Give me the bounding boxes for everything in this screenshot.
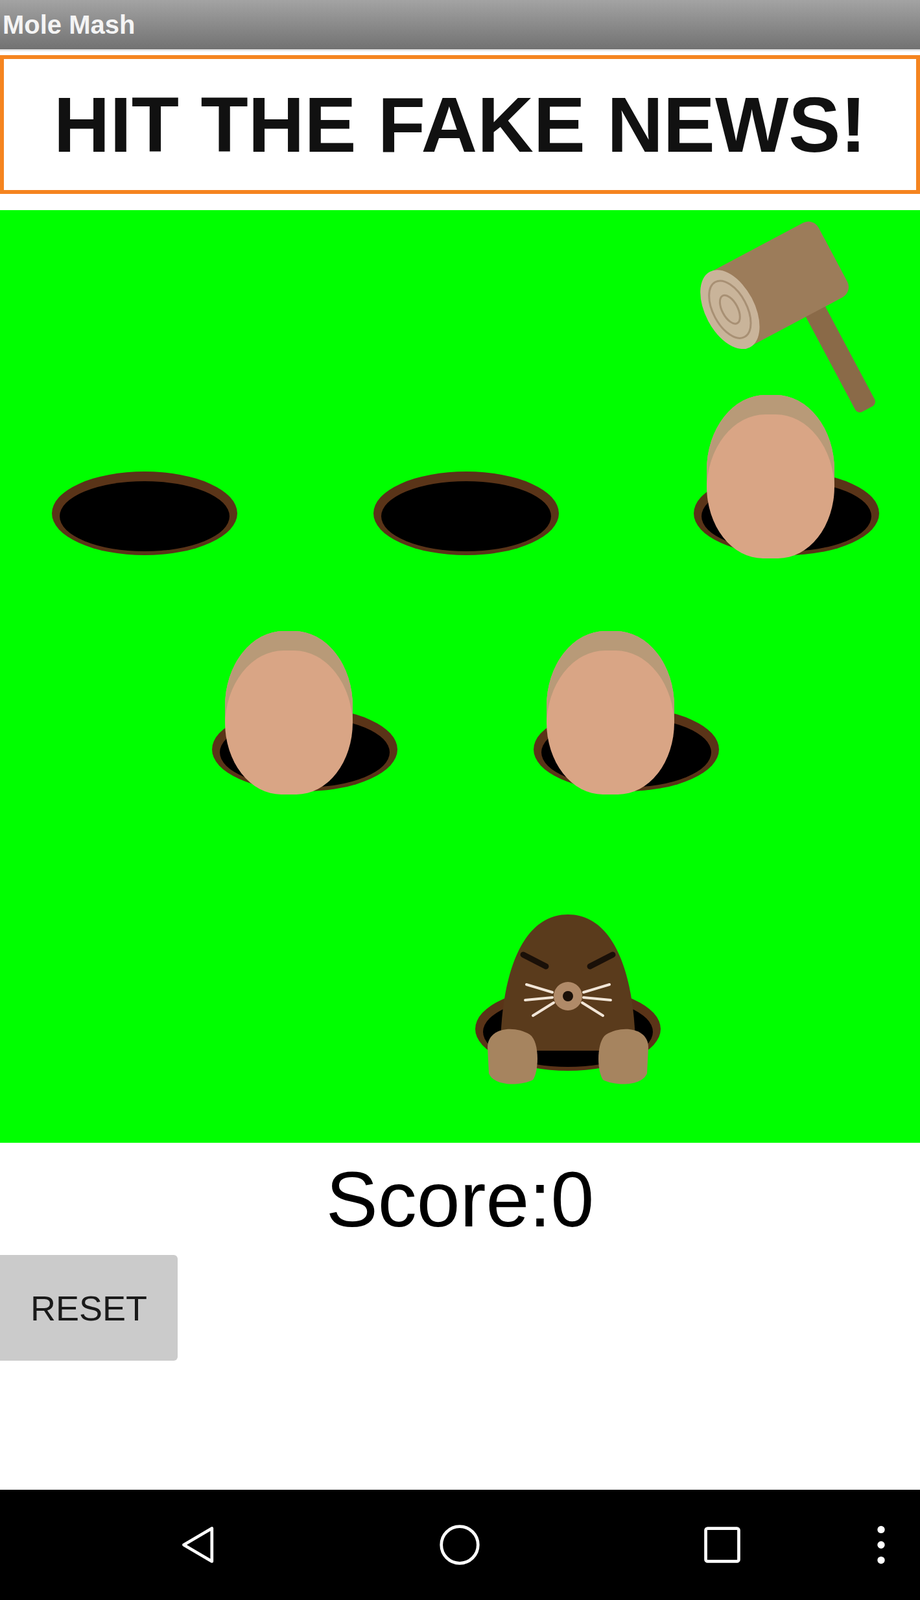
target-photo[interactable] (546, 630, 675, 795)
hole[interactable] (373, 471, 559, 555)
hole[interactable] (475, 986, 661, 1071)
reset-button[interactable]: RESET (0, 1254, 178, 1361)
game-field[interactable] (0, 210, 920, 1143)
mallet-icon[interactable] (698, 212, 898, 432)
target-photo[interactable] (706, 394, 835, 559)
hole[interactable] (212, 707, 398, 791)
score-label: Score:0 (326, 1154, 595, 1244)
banner: HIT THE FAKE NEWS! (0, 55, 920, 194)
banner-text: HIT THE FAKE NEWS! (53, 77, 867, 172)
back-icon[interactable] (177, 1522, 221, 1566)
hole[interactable] (51, 471, 238, 555)
navigation-bar (0, 1489, 920, 1600)
hole-opening (51, 471, 238, 555)
hole[interactable] (693, 471, 880, 555)
home-icon[interactable] (438, 1522, 482, 1566)
target-photo[interactable] (224, 630, 353, 795)
hole[interactable] (533, 707, 720, 791)
app-title: Mole Mash (2, 10, 135, 40)
screen: Mole Mash HIT THE FAKE NEWS! Score:0 RES… (0, 0, 920, 1600)
score-row: Score:0 (0, 1142, 920, 1255)
menu-icon[interactable] (874, 1522, 888, 1566)
recents-icon[interactable] (700, 1522, 744, 1566)
hole-opening (373, 471, 559, 555)
button-row: RESET (0, 1254, 920, 1361)
mole-icon[interactable] (474, 901, 662, 1087)
title-bar: Mole Mash (0, 0, 920, 52)
